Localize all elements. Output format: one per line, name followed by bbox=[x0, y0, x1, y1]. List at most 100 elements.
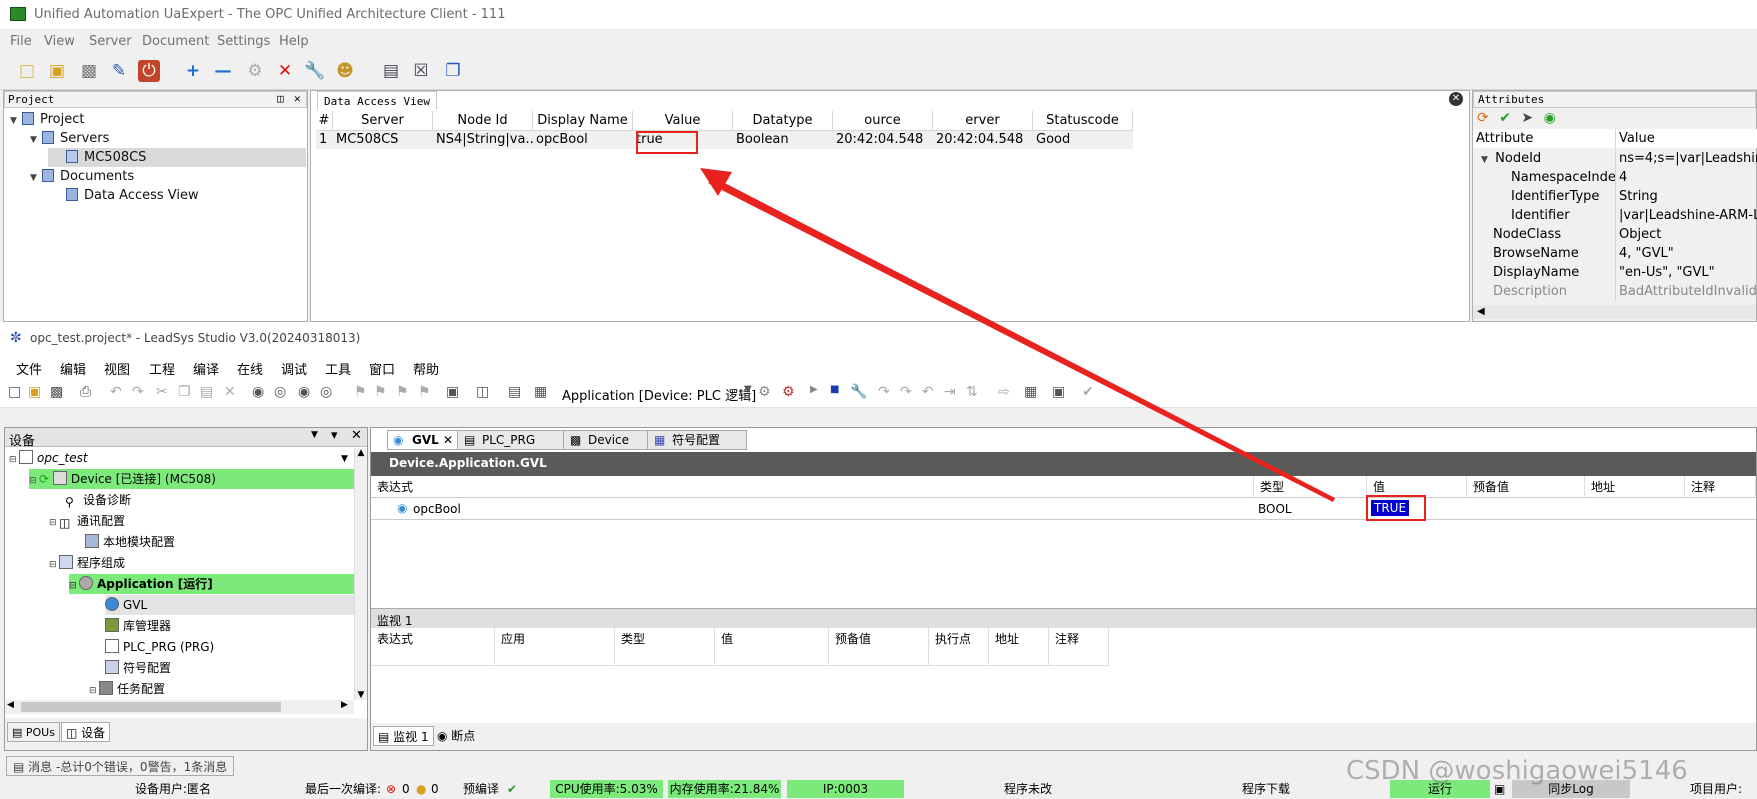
collapse-icon[interactable]: ⊟ bbox=[9, 450, 19, 470]
save-icon[interactable]: ▩ bbox=[50, 384, 63, 400]
tree-item-comm-config[interactable]: ⊟ ◫ 通讯配置 bbox=[49, 511, 129, 531]
power-icon[interactable]: ⏻ bbox=[138, 60, 160, 82]
menu-help[interactable]: 帮助 bbox=[413, 359, 439, 378]
expand-icon[interactable]: ▼ bbox=[30, 169, 40, 188]
col-attr-value[interactable]: Value bbox=[1619, 129, 1757, 148]
find-icon[interactable]: ◉ bbox=[252, 384, 264, 400]
menu-edit[interactable]: 编辑 bbox=[60, 359, 86, 378]
collapse-icon[interactable]: ⊟ bbox=[69, 576, 79, 596]
stop-icon[interactable]: ■ bbox=[830, 384, 839, 395]
tab-devices[interactable]: ◫ 设备 bbox=[61, 722, 111, 742]
run-icon[interactable]: ▶ bbox=[810, 384, 818, 395]
watch-col-type[interactable]: 类型 bbox=[615, 628, 715, 666]
tree-item-plc-prg[interactable]: PLC_PRG (PRG) bbox=[105, 637, 218, 657]
settings-wrench-icon[interactable]: 🔧 bbox=[304, 60, 326, 82]
redo-icon[interactable]: ↷ bbox=[132, 384, 144, 400]
remove-server-icon[interactable]: — bbox=[212, 60, 234, 82]
active-application-select[interactable]: Application [Device: PLC 逻辑] bbox=[562, 385, 756, 404]
watch-col-application[interactable]: 应用 bbox=[495, 628, 615, 666]
bookmark-icon[interactable]: ⚑ bbox=[354, 384, 367, 400]
attribute-row[interactable]: DisplayName "en-Us", "GVL" bbox=[1473, 263, 1757, 282]
watch-col-prepared-value[interactable]: 预备值 bbox=[829, 628, 929, 666]
watch-col-expression[interactable]: 表达式 bbox=[371, 628, 495, 666]
menu-debug[interactable]: 调试 bbox=[281, 359, 307, 378]
copy-icon[interactable]: ❐ bbox=[178, 384, 191, 400]
watch-col-comment[interactable]: 注释 bbox=[1049, 628, 1109, 666]
disconnect-icon[interactable]: ✕ bbox=[274, 60, 296, 82]
tree-item-program[interactable]: ⊟ 程序组成 bbox=[49, 553, 129, 573]
menu-server[interactable]: Server bbox=[89, 34, 132, 49]
collapse-icon[interactable]: ⊟ bbox=[29, 471, 39, 491]
reset-icon[interactable]: 🔧 bbox=[850, 384, 867, 400]
expand-icon[interactable]: ▼ bbox=[1481, 151, 1491, 168]
chevron-down-icon[interactable]: ▼ bbox=[311, 430, 318, 440]
paste-icon[interactable]: ▤ bbox=[200, 384, 213, 400]
menu-help[interactable]: Help bbox=[279, 34, 309, 49]
col-expression[interactable]: 表达式 bbox=[371, 476, 1254, 498]
tree-item-mc508cs[interactable]: MC508CS bbox=[48, 148, 306, 167]
dropdown-icon[interactable]: ▼ bbox=[341, 449, 348, 469]
bookmark-prev-icon[interactable]: ⚑ bbox=[396, 384, 409, 400]
col-attribute[interactable]: Attribute bbox=[1473, 129, 1616, 148]
bookmark-find-icon[interactable]: ◉ bbox=[298, 384, 310, 400]
tree-item-project[interactable]: ⊟ opc_test ▼ bbox=[9, 448, 354, 468]
attribute-row[interactable]: BrowseName 4, "GVL" bbox=[1473, 244, 1757, 263]
tab-close-icon[interactable]: ✕ bbox=[443, 433, 453, 447]
col-server[interactable]: Server bbox=[333, 111, 433, 131]
open-icon[interactable]: ▣ bbox=[28, 384, 41, 400]
tree-item-library[interactable]: 库管理器 bbox=[105, 616, 175, 636]
tab-device[interactable]: ▩ Device bbox=[563, 430, 651, 450]
undo-icon[interactable]: ↶ bbox=[110, 384, 122, 400]
force-icon[interactable]: ⇅ bbox=[966, 384, 978, 400]
step-out-icon[interactable]: ↶ bbox=[922, 384, 934, 400]
attributes-hscrollbar[interactable]: ◀ bbox=[1473, 305, 1756, 319]
tab-plc-prg[interactable]: ▤ PLC_PRG bbox=[457, 430, 567, 450]
panel-close-icon[interactable]: ✕ bbox=[294, 92, 301, 105]
tree-item-application[interactable]: ⊟ Application [运行] bbox=[69, 574, 354, 594]
cart-icon[interactable]: ▣ bbox=[1052, 384, 1065, 400]
replace-icon[interactable]: ◎ bbox=[274, 384, 286, 400]
tab-pous[interactable]: ▤ POUs bbox=[7, 722, 60, 742]
print-icon[interactable]: ⎙ bbox=[80, 384, 91, 400]
window-icon[interactable]: ❐ bbox=[442, 60, 464, 82]
tree-item-documents[interactable]: ▼ Documents bbox=[30, 167, 134, 186]
cursor-step-icon[interactable]: ⇥ bbox=[944, 384, 956, 400]
tree-item-symbol-config[interactable]: 符号配置 bbox=[105, 658, 175, 678]
watch-col-address[interactable]: 地址 bbox=[989, 628, 1049, 666]
save-as-icon[interactable]: ✎ bbox=[108, 60, 130, 82]
col-server-timestamp[interactable]: erver Timestam bbox=[933, 111, 1033, 148]
new-icon[interactable]: □ bbox=[8, 384, 21, 400]
col-index[interactable]: # bbox=[316, 111, 333, 131]
open-folder-icon[interactable]: ▣ bbox=[46, 60, 68, 82]
save-icon[interactable]: ▩ bbox=[78, 60, 100, 82]
step-over-icon[interactable]: ↷ bbox=[878, 384, 890, 400]
new-document-icon[interactable]: □ bbox=[16, 60, 38, 82]
bookmark-replace-icon[interactable]: ◎ bbox=[320, 384, 332, 400]
export-icon[interactable]: ▤ bbox=[508, 384, 521, 400]
menu-window[interactable]: 窗口 bbox=[369, 359, 395, 378]
watch-col-exec-point[interactable]: 执行点 bbox=[929, 628, 989, 666]
cursor-icon[interactable]: ➤ bbox=[1521, 110, 1533, 126]
attribute-row[interactable]: Identifier |var|Leadshine-ARM-L bbox=[1473, 206, 1757, 225]
attribute-row[interactable]: Description BadAttributeIdInvalid bbox=[1473, 282, 1757, 301]
collapse-icon[interactable]: ⊟ bbox=[49, 555, 59, 575]
ladder-icon[interactable]: ▦ bbox=[1024, 384, 1037, 400]
collapse-icon[interactable]: ⊟ bbox=[89, 681, 99, 701]
expand-icon[interactable]: ▼ bbox=[10, 112, 20, 131]
menu-settings[interactable]: Settings bbox=[217, 34, 270, 49]
attribute-row[interactable]: ▼ NodeId ns=4;s=|var|Leadshine bbox=[1473, 149, 1757, 168]
col-node-id[interactable]: Node Id bbox=[433, 111, 533, 131]
menu-view[interactable]: 视图 bbox=[104, 359, 130, 378]
device-hscrollbar[interactable]: ◀ ▶ bbox=[5, 700, 354, 714]
expand-icon[interactable]: ▼ bbox=[30, 131, 40, 150]
menu-document[interactable]: Document bbox=[142, 34, 209, 49]
check-icon[interactable]: ✔ bbox=[1499, 110, 1511, 126]
menu-tools[interactable]: 工具 bbox=[325, 359, 351, 378]
add-server-icon[interactable]: + bbox=[182, 60, 204, 82]
watch-col-value[interactable]: 值 bbox=[715, 628, 829, 666]
dav-close-icon[interactable]: ✕ bbox=[1449, 92, 1463, 106]
connect-icon[interactable]: ⚙ bbox=[244, 60, 266, 82]
tree-item-gvl[interactable]: GVL bbox=[105, 595, 354, 615]
document-icon[interactable]: ▤ bbox=[380, 60, 402, 82]
tree-item-task-config[interactable]: ⊟ 任务配置 bbox=[89, 679, 169, 699]
